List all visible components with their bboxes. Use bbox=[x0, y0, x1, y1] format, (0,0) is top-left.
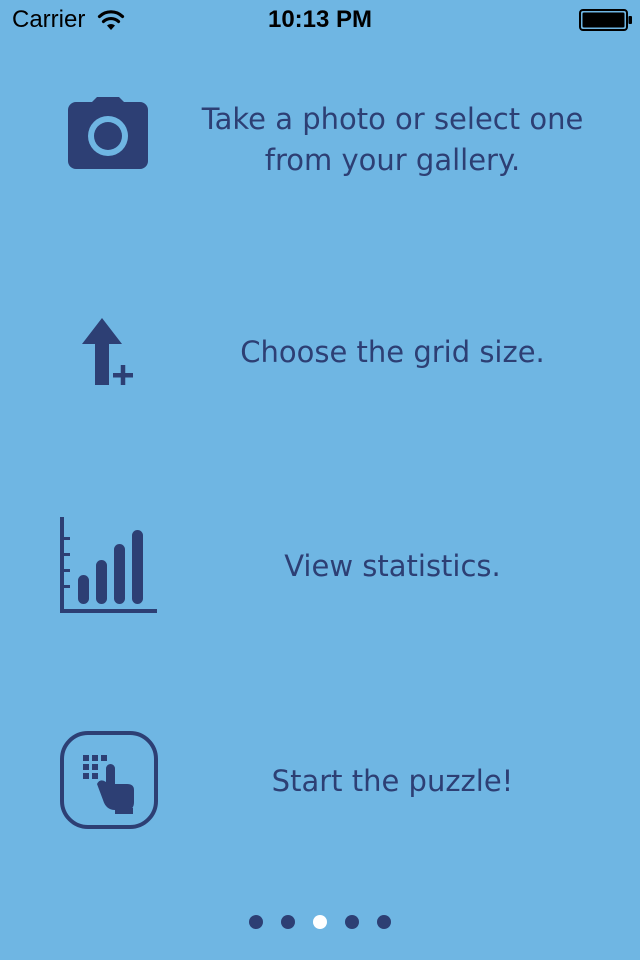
feature-text-grid-size: Choose the grid size. bbox=[240, 335, 545, 369]
bar-chart-icon bbox=[60, 517, 157, 613]
feature-row-statistics: View statistics. bbox=[0, 510, 640, 620]
page-dot-2[interactable] bbox=[281, 915, 295, 929]
grid-size-increase-icon bbox=[82, 318, 133, 385]
feature-text-start: Start the puzzle! bbox=[271, 764, 514, 798]
tap-puzzle-icon bbox=[60, 731, 158, 829]
feature-row-photo: Take a photo or select one from your gal… bbox=[0, 90, 640, 200]
page-dot-4[interactable] bbox=[345, 915, 359, 929]
battery-icon bbox=[579, 9, 632, 31]
feature-row-start: Start the puzzle! bbox=[0, 725, 640, 835]
feature-text-statistics: View statistics. bbox=[284, 549, 501, 583]
page-dot-5[interactable] bbox=[377, 915, 391, 929]
page-control[interactable] bbox=[0, 913, 640, 931]
page-dot-3-current[interactable] bbox=[313, 915, 327, 929]
feature-row-grid-size: Choose the grid size. bbox=[0, 310, 640, 400]
status-bar: Carrier 10:13 PM bbox=[0, 0, 640, 40]
feature-text-photo: Take a photo or select one from your gal… bbox=[201, 102, 584, 177]
status-time: 10:13 PM bbox=[267, 6, 373, 33]
camera-icon bbox=[68, 97, 148, 169]
page-dot-1[interactable] bbox=[249, 915, 263, 929]
